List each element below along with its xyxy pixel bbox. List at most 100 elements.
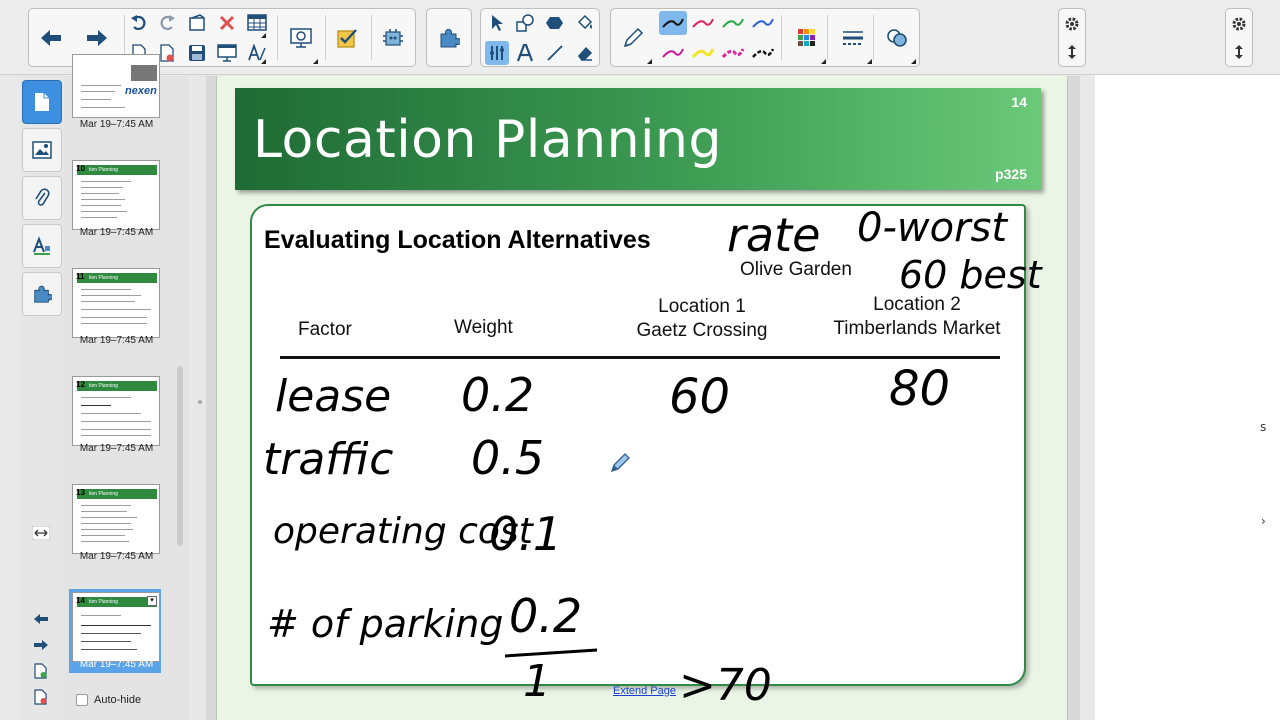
main-toolbar xyxy=(0,0,1095,75)
toolbar-group-pens xyxy=(610,8,920,67)
add-page-icon[interactable] xyxy=(30,660,52,682)
response-icon[interactable] xyxy=(327,18,367,58)
previous-page-icon[interactable] xyxy=(30,608,52,630)
thumbnail-number: 11 xyxy=(76,272,85,281)
save-icon[interactable] xyxy=(185,41,209,65)
settings-icon[interactable] xyxy=(1227,12,1251,36)
ink-weight-total: 1 xyxy=(523,656,551,707)
ink-weight-parking: 0.2 xyxy=(509,589,582,643)
add-ons-icon[interactable] xyxy=(373,18,413,58)
undo-icon[interactable] xyxy=(127,11,151,35)
shape-recognition-icon[interactable] xyxy=(877,18,917,58)
page-thumbnail[interactable]: nexen xyxy=(72,54,160,118)
ink-sum-line xyxy=(504,648,598,658)
adjacent-toolbar-group xyxy=(1225,8,1253,67)
page-sorter: nexen Mar 19–7:45 AM tion Planning 10 Ma… xyxy=(64,54,189,720)
ink-weight-traffic: 0.5 xyxy=(471,431,544,485)
ink-loc1-lease: 60 xyxy=(669,369,730,425)
pen-style-green[interactable] xyxy=(719,11,747,35)
sorter-scrollbar[interactable] xyxy=(177,366,183,546)
extend-page-link[interactable]: Extend Page xyxy=(613,685,676,697)
pen-style-yellow[interactable] xyxy=(689,41,717,65)
color-swatches-icon[interactable] xyxy=(787,18,827,58)
thumbnail-timestamp: Mar 19–7:45 AM xyxy=(79,443,154,454)
auto-hide-checkbox[interactable] xyxy=(76,694,88,706)
workspace: Location Planning 14 p325 Evaluating Loc… xyxy=(206,76,1080,720)
thumbnail-menu-icon[interactable]: ▾ xyxy=(147,596,157,606)
text-icon[interactable] xyxy=(513,41,537,65)
thumbnail-timestamp: Mar 19–7:45 AM xyxy=(79,119,154,130)
resize-toolbar-icon[interactable] xyxy=(1227,40,1251,64)
arrow-left-icon[interactable] xyxy=(31,18,71,58)
line-style-icon[interactable] xyxy=(833,18,873,58)
delete-icon[interactable] xyxy=(215,11,239,35)
line-icon[interactable] xyxy=(543,41,567,65)
puzzle-icon[interactable] xyxy=(429,18,469,58)
pen-tool-selected-icon[interactable] xyxy=(485,41,509,65)
thumbnail-number: 14 xyxy=(76,596,85,605)
select-icon[interactable] xyxy=(485,11,509,35)
thumbnail-title: tion Planning xyxy=(77,381,157,391)
pen-style-black-selected[interactable] xyxy=(659,11,687,35)
attachments-tab[interactable] xyxy=(22,176,62,220)
notebook-page[interactable]: Location Planning 14 p325 Evaluating Loc… xyxy=(216,76,1068,720)
swap-side-icon[interactable] xyxy=(30,522,52,544)
pen-style-red[interactable] xyxy=(689,11,717,35)
auto-hide-label: Auto-hide xyxy=(94,694,142,706)
ink-loc2-lease: 80 xyxy=(889,361,950,417)
thumbnail-title: tion Planning xyxy=(77,489,157,499)
page-thumbnail[interactable]: tion Planning 10 xyxy=(72,160,160,230)
resize-toolbar-icon[interactable] xyxy=(1060,40,1084,64)
pen-style-blue[interactable] xyxy=(749,11,777,35)
side-tab-strip xyxy=(20,76,64,720)
thumbnail-timestamp: Mar 19–7:45 AM xyxy=(79,335,154,346)
sorter-splitter[interactable] xyxy=(193,76,206,720)
thumbnail-number: 12 xyxy=(76,380,85,389)
ink-best: 60 best xyxy=(899,253,1044,297)
eraser-icon[interactable] xyxy=(573,41,597,65)
stray-text: › xyxy=(1261,514,1266,528)
thumbnail-title: tion Planning xyxy=(77,273,157,283)
adjacent-window: s › xyxy=(1095,0,1280,720)
addons-tab[interactable] xyxy=(22,272,62,316)
next-page-icon[interactable] xyxy=(30,634,52,656)
toolbar-group-tools xyxy=(480,8,600,67)
properties-tab[interactable] xyxy=(22,224,62,268)
arrow-right-icon[interactable] xyxy=(77,18,117,58)
shapes-icon[interactable] xyxy=(513,11,537,35)
paint-bucket-icon[interactable] xyxy=(573,11,597,35)
gallery-tab[interactable] xyxy=(22,128,62,172)
adjacent-window-toolbar xyxy=(1095,0,1280,75)
page-thumbnail[interactable]: tion Planning 13 xyxy=(72,484,160,554)
settings-icon[interactable] xyxy=(1060,12,1084,36)
thumbnail-number: 10 xyxy=(76,164,85,173)
screen-shade-icon[interactable] xyxy=(185,11,209,35)
thumbnail-number: 13 xyxy=(76,488,85,497)
delete-page-icon[interactable] xyxy=(30,686,52,708)
table-icon[interactable] xyxy=(245,11,269,35)
display-icon[interactable] xyxy=(215,41,239,65)
toolbar-group-addons xyxy=(426,8,472,67)
page-thumbnail[interactable]: tion Planning 11 xyxy=(72,268,160,338)
ink-weight-operating: 0.1 xyxy=(489,507,562,561)
ink-total-note: >70 xyxy=(679,660,772,711)
toolbar-group-settings xyxy=(1058,8,1086,67)
ink-rate: rate xyxy=(727,208,820,262)
pen-cursor-icon xyxy=(609,452,631,479)
thumbnail-title: tion Planning xyxy=(77,165,157,175)
page-thumbnail-selected[interactable]: tion Planning 14 ▾ xyxy=(72,592,160,662)
document-camera-icon[interactable] xyxy=(281,18,321,58)
smart-notebook-window: nexen Mar 19–7:45 AM tion Planning 10 Ma… xyxy=(0,0,1095,720)
pen-style-magenta[interactable] xyxy=(659,41,687,65)
auto-hide-option[interactable]: Auto-hide xyxy=(76,694,141,706)
handwriting-layer: rate 0-worst 60 best lease 0.2 60 80 tra… xyxy=(263,205,1044,711)
thumbnail-timestamp: Mar 19–7:45 AM xyxy=(79,551,154,562)
redo-icon[interactable] xyxy=(155,11,179,35)
page-thumbnail[interactable]: tion Planning 12 xyxy=(72,376,160,446)
pen-style-black-dashed[interactable] xyxy=(749,41,777,65)
pen-style-pink-dashed[interactable] xyxy=(719,41,747,65)
ink-factor-parking: # of parking xyxy=(267,602,503,646)
fill-icon[interactable] xyxy=(543,11,567,35)
pen-icon[interactable] xyxy=(613,18,653,58)
page-sorter-tab[interactable] xyxy=(22,80,62,124)
